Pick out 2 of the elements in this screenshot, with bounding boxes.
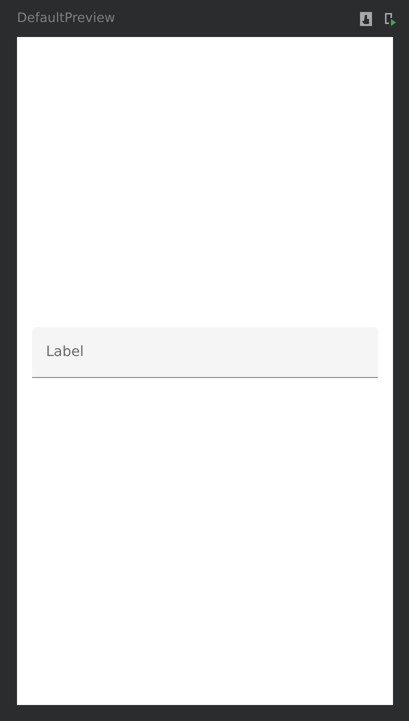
preview-title: DefaultPreview bbox=[17, 10, 116, 28]
text-field[interactable]: Label bbox=[32, 326, 378, 378]
